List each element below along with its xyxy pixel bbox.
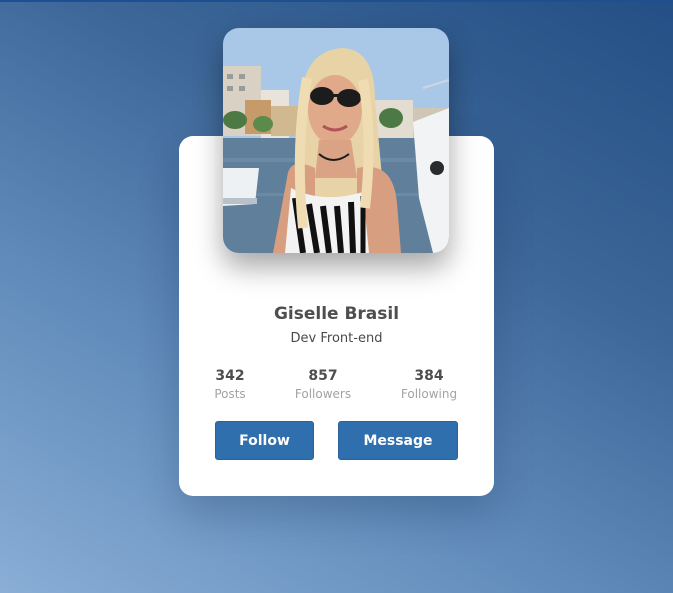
- top-border: [0, 0, 673, 2]
- message-button[interactable]: Message: [338, 421, 458, 460]
- stat-posts-label: Posts: [214, 387, 246, 401]
- stat-following: 384 Following: [389, 368, 469, 403]
- follow-button[interactable]: Follow: [215, 421, 314, 460]
- stat-followers: 857 Followers: [283, 368, 363, 403]
- profile-photo: [223, 28, 449, 253]
- stat-following-label: Following: [400, 387, 458, 401]
- stat-following-value: 384: [414, 368, 444, 384]
- stat-posts: 342 Posts: [190, 368, 270, 403]
- stat-followers-value: 857: [308, 368, 338, 384]
- stat-posts-value: 342: [215, 368, 245, 384]
- profile-name: Giselle Brasil: [273, 304, 400, 324]
- stat-followers-label: Followers: [294, 387, 352, 401]
- profile-role: Dev Front-end: [290, 331, 383, 346]
